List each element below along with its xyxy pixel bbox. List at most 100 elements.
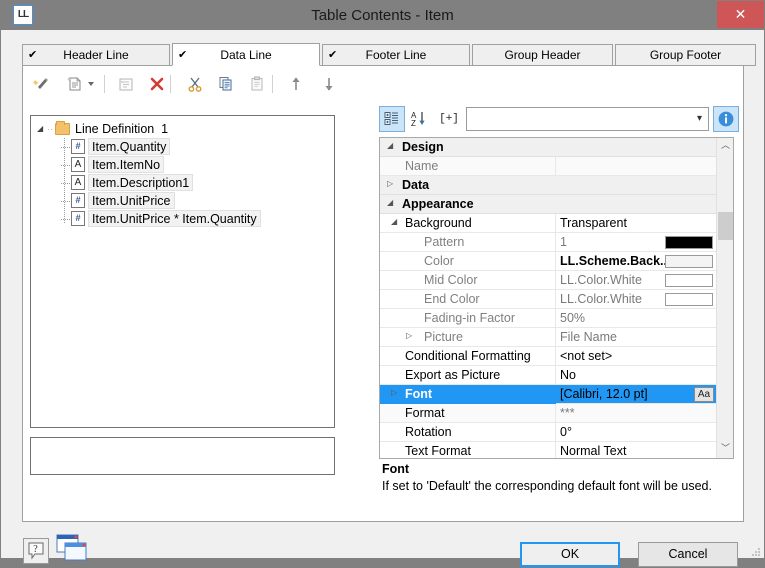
line-definition-tree[interactable]: ◢ ·· Line Definition 1 # Item.Quantity A Item… [30,115,335,428]
property-category-row[interactable]: ◢ Appearance [380,195,717,214]
tab-label: Footer Line [365,48,427,62]
property-category-row[interactable]: ◢ Design [380,138,717,157]
expander-icon[interactable]: ◢ [391,217,403,229]
tree-connector [61,147,70,148]
property-value[interactable]: File Name [560,328,617,347]
expander-icon[interactable]: ◢ [387,198,399,210]
scroll-down-icon[interactable]: ﹀ [717,441,733,458]
property-rows: ◢ Design Name ▷ Data ◢ Appearance ◢ Background Tr… [380,138,717,458]
move-up-icon[interactable] [283,72,309,98]
property-category-row[interactable]: ▷ Data [380,176,717,195]
tab-label: Data Line [220,48,272,62]
property-row[interactable]: Mid Color LL.Color.White [380,271,717,290]
cut-icon[interactable] [182,72,208,98]
number-field-icon: # [71,139,85,154]
color-swatch[interactable] [665,236,713,249]
tree-item-label: Item.Quantity [88,138,171,155]
cancel-button[interactable]: Cancel [638,542,738,567]
font-picker-button[interactable]: Aa [694,387,714,402]
tree-item-label: Item.ItemNo [88,156,165,173]
property-row[interactable]: Fading-in Factor 50% [380,309,717,328]
line-preview-panel[interactable] [30,437,335,475]
property-value[interactable]: *** [560,404,575,423]
property-value[interactable]: Transparent [560,214,627,233]
property-value[interactable]: 50% [560,309,585,328]
color-swatch[interactable] [665,274,713,287]
scroll-up-icon[interactable]: ︿ [717,138,733,155]
property-row[interactable]: Pattern 1 [380,233,717,252]
color-swatch[interactable] [665,293,713,306]
property-row[interactable]: Name [380,157,717,176]
expand-all-button[interactable]: [+] [435,106,463,132]
folder-icon [55,120,70,135]
resize-grip[interactable] [751,546,761,556]
property-value[interactable]: Normal Text [560,442,626,458]
number-field-icon: # [71,211,85,226]
chevron-down-icon[interactable]: ▾ [697,113,702,124]
paste-icon[interactable] [244,72,270,98]
info-button[interactable] [713,106,739,132]
property-name: Font [405,387,433,401]
delete-icon[interactable] [144,72,170,98]
property-grid[interactable]: ◢ Design Name ▷ Data ◢ Appearance ◢ Background Tr… [379,137,734,459]
tab-group-footer[interactable]: Group Footer [615,44,756,66]
categorized-view-button[interactable] [379,106,405,132]
toolbar-separator [272,75,273,93]
help-button[interactable]: ? [23,538,49,564]
windows-icon[interactable] [56,533,92,567]
property-value[interactable]: 1 [560,233,567,252]
property-row[interactable]: Color LL.Scheme.Back... [380,252,717,271]
property-row[interactable]: Text Format Normal Text [380,442,717,458]
move-down-icon[interactable] [316,72,342,98]
tab-header-line[interactable]: ✔ Header Line [22,44,170,66]
property-value[interactable]: 0° [560,423,572,442]
chevron-down-icon[interactable] [83,72,99,98]
tree-item-label: Item.UnitPrice * Item.Quantity [88,210,261,227]
property-search-input[interactable] [471,110,686,128]
expander-icon[interactable]: ▷ [406,331,418,343]
property-search-combo[interactable]: ▾ [466,107,709,131]
wizard-icon[interactable] [28,72,54,98]
tree-connector [61,183,70,184]
tab-label: Group Footer [649,48,722,62]
expander-icon[interactable]: ◢ [387,141,399,153]
property-row[interactable]: Conditional Formatting <not set> [380,347,717,366]
property-name: Data [402,178,430,192]
properties-icon[interactable] [113,72,139,98]
tab-group-header[interactable]: Group Header [472,44,613,66]
tree-root-node[interactable]: ◢ ·· Line Definition 1 [37,120,168,138]
property-value[interactable]: LL.Color.White [560,271,642,290]
property-row[interactable]: Export as Picture No [380,366,717,385]
property-row[interactable]: ▷ Font [Calibri, 12.0 pt] Aa [380,385,717,404]
checkmark-icon: ✔ [178,49,188,61]
property-name: Picture [424,330,463,344]
property-row[interactable]: ◢ Background Transparent [380,214,717,233]
property-value[interactable]: [Calibri, 12.0 pt] [560,385,648,404]
tab-label: Header Line [63,48,129,62]
ok-button[interactable]: OK [520,542,620,567]
property-value[interactable]: <not set> [560,347,612,366]
expander-icon[interactable]: ▷ [387,179,399,191]
property-row[interactable]: Format *** [380,404,717,423]
property-value[interactable]: LL.Scheme.Back... [560,252,670,271]
tab-data-line[interactable]: ✔ Data Line [172,43,320,66]
checkmark-icon: ✔ [328,49,338,61]
expander-icon[interactable]: ▷ [391,388,403,400]
alphabetical-sort-button[interactable]: A Z [409,106,435,132]
property-name: Rotation [405,425,452,439]
property-row[interactable]: End Color LL.Color.White [380,290,717,309]
expander-icon[interactable]: ◢ [37,124,47,133]
property-name: Format [405,406,445,420]
close-icon[interactable]: ✕ [717,1,764,28]
color-swatch[interactable] [665,255,713,268]
property-name: Pattern [424,235,465,249]
property-name: Fading-in Factor [424,311,516,325]
scrollbar-thumb[interactable] [718,212,733,240]
property-value[interactable]: No [560,366,576,385]
property-row[interactable]: ▷ Picture File Name [380,328,717,347]
property-value[interactable]: LL.Color.White [560,290,642,309]
tab-footer-line[interactable]: ✔ Footer Line [322,44,470,66]
property-grid-scrollbar[interactable]: ︿ ﹀ [716,138,733,458]
property-row[interactable]: Rotation 0° [380,423,717,442]
copy-icon[interactable] [213,72,239,98]
